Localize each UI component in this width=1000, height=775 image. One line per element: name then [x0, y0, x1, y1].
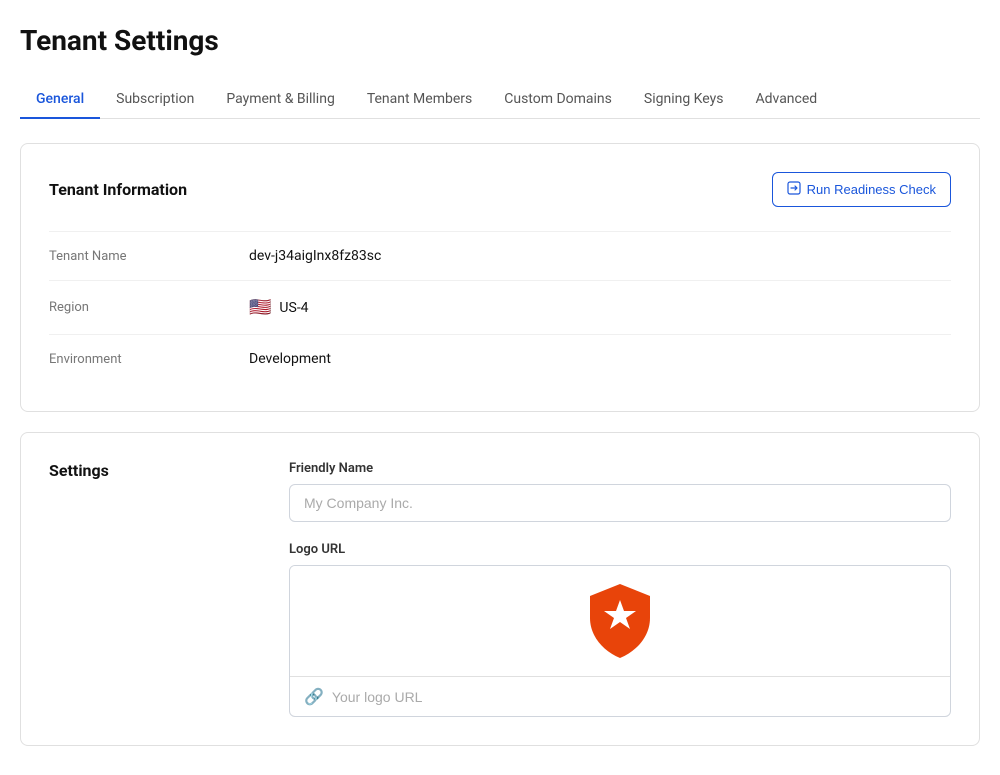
settings-left-panel: Settings: [49, 461, 229, 717]
region-value: 🇺🇸 US-4: [249, 297, 309, 318]
tab-tenant-members[interactable]: Tenant Members: [351, 81, 488, 119]
readiness-icon: [787, 181, 801, 198]
tab-signing-keys[interactable]: Signing Keys: [628, 81, 740, 119]
tab-payment-billing[interactable]: Payment & Billing: [210, 81, 351, 119]
tab-custom-domains[interactable]: Custom Domains: [488, 81, 628, 119]
environment-value: Development: [249, 351, 331, 367]
logo-url-field: Logo URL 🔗: [289, 542, 951, 717]
settings-layout: Settings Friendly Name Logo URL: [49, 461, 951, 717]
page-title: Tenant Settings: [20, 24, 980, 57]
tenant-name-row: Tenant Name dev-j34aigInx8fz83sc: [49, 231, 951, 280]
environment-row: Environment Development: [49, 334, 951, 383]
shield-star-icon: [585, 582, 655, 660]
tab-general[interactable]: General: [20, 81, 100, 119]
readiness-button-label: Run Readiness Check: [807, 182, 936, 197]
tabs-nav: General Subscription Payment & Billing T…: [20, 81, 980, 119]
settings-section-title: Settings: [49, 461, 109, 480]
tenant-name-label: Tenant Name: [49, 249, 249, 264]
tab-advanced[interactable]: Advanced: [739, 81, 833, 119]
logo-url-label: Logo URL: [289, 542, 951, 557]
logo-url-input[interactable]: [332, 689, 936, 705]
logo-url-input-row: 🔗: [290, 676, 950, 716]
run-readiness-check-button[interactable]: Run Readiness Check: [772, 172, 951, 207]
settings-right-panel: Friendly Name Logo URL: [289, 461, 951, 717]
us-flag-icon: 🇺🇸: [249, 297, 271, 318]
tenant-info-card: Tenant Information Run Readiness Check T…: [20, 143, 980, 412]
friendly-name-label: Friendly Name: [289, 461, 951, 476]
logo-box: 🔗: [289, 565, 951, 717]
friendly-name-field: Friendly Name: [289, 461, 951, 542]
tenant-info-title: Tenant Information: [49, 180, 187, 199]
logo-preview-area: [290, 566, 950, 676]
region-row: Region 🇺🇸 US-4: [49, 280, 951, 334]
tab-subscription[interactable]: Subscription: [100, 81, 210, 119]
card-header: Tenant Information Run Readiness Check: [49, 172, 951, 207]
settings-card: Settings Friendly Name Logo URL: [20, 432, 980, 746]
tenant-name-value: dev-j34aigInx8fz83sc: [249, 248, 381, 264]
environment-label: Environment: [49, 352, 249, 367]
page-container: Tenant Settings General Subscription Pay…: [0, 0, 1000, 770]
link-icon: 🔗: [304, 687, 324, 706]
region-label: Region: [49, 300, 249, 315]
friendly-name-input[interactable]: [289, 484, 951, 522]
